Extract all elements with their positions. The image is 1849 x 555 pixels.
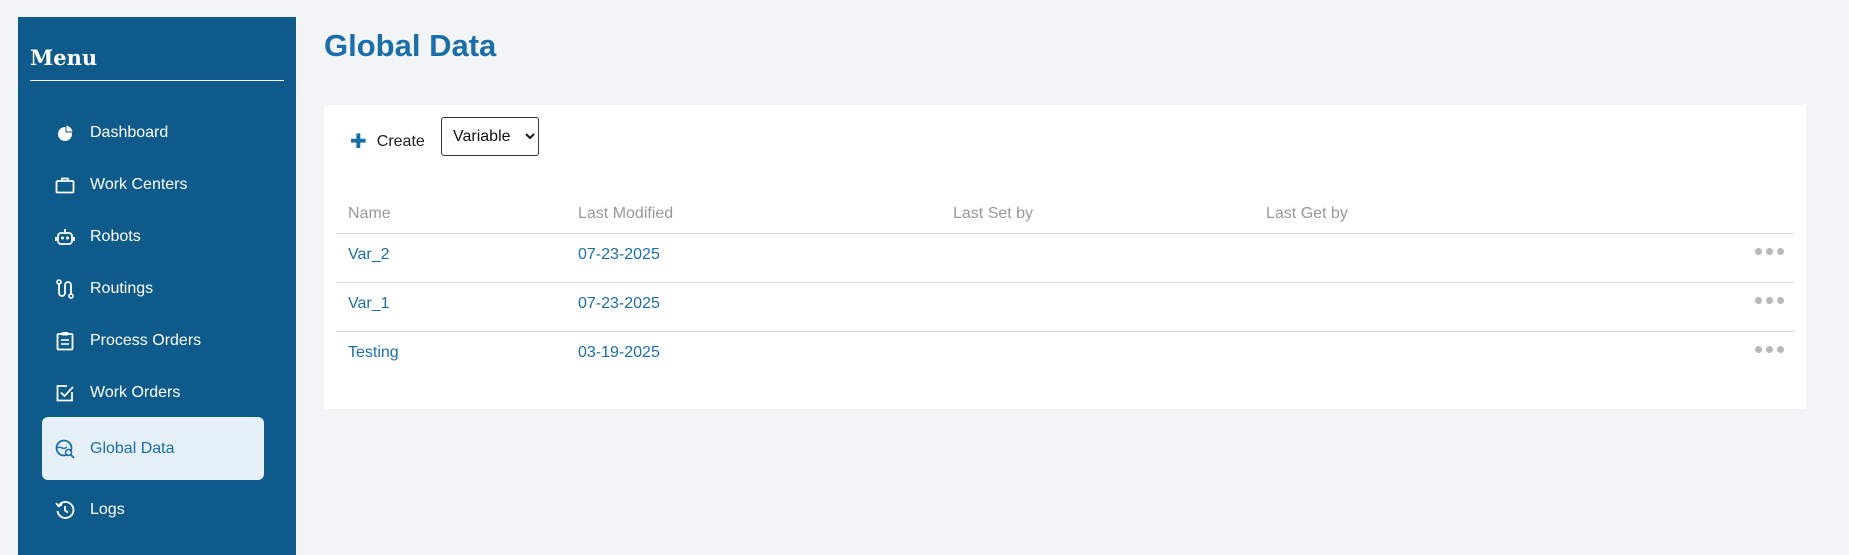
table-row: Var_2 07-23-2025: [336, 233, 1794, 283]
more-options-icon[interactable]: [1755, 248, 1784, 255]
sidebar-item-dashboard[interactable]: Dashboard: [42, 107, 264, 159]
column-header-last-get-by: Last Get by: [1266, 205, 1348, 222]
column-header-last-set-by: Last Set by: [953, 205, 1034, 222]
sidebar: Menu Dashboard Work Centers Robots Routi…: [18, 17, 296, 555]
row-last-modified: 03-19-2025: [578, 344, 660, 361]
robot-icon: [54, 226, 76, 248]
menu-title: Menu: [30, 45, 98, 70]
page-title: Global Data: [324, 28, 497, 63]
row-last-modified: 07-23-2025: [578, 295, 660, 312]
checked-box-icon: [54, 382, 76, 404]
create-button[interactable]: ✚ Create: [350, 127, 425, 157]
column-header-last-modified: Last Modified: [578, 205, 674, 222]
sidebar-item-process-orders[interactable]: Process Orders: [42, 315, 264, 367]
sidebar-item-global-data[interactable]: Global Data: [42, 417, 264, 480]
table-row: Var_1 07-23-2025: [336, 282, 1794, 332]
globe-search-icon: [54, 438, 76, 460]
pie-chart-icon: [54, 122, 76, 144]
sidebar-item-label: Robots: [90, 228, 141, 245]
sidebar-item-label: Dashboard: [90, 124, 169, 141]
plus-icon: ✚: [350, 131, 367, 153]
route-icon: [54, 278, 76, 300]
sidebar-item-label: Routings: [90, 280, 154, 297]
sidebar-item-label: Process Orders: [90, 332, 202, 349]
sidebar-item-label: Logs: [90, 501, 125, 518]
history-icon: [54, 499, 76, 521]
sidebar-item-routings[interactable]: Routings: [42, 263, 264, 315]
table-row: Testing 03-19-2025: [336, 331, 1794, 381]
clipboard-icon: [54, 330, 76, 352]
menu-divider: [30, 80, 284, 81]
create-label: Create: [376, 133, 425, 150]
briefcase-icon: [54, 174, 76, 196]
sidebar-item-work-centers[interactable]: Work Centers: [42, 159, 264, 211]
sidebar-item-logs[interactable]: Logs: [42, 484, 264, 536]
sidebar-item-label: Global Data: [90, 439, 175, 457]
row-last-modified: 07-23-2025: [578, 246, 660, 263]
row-name-link[interactable]: Var_2: [348, 246, 390, 264]
sidebar-item-label: Work Centers: [90, 176, 188, 193]
more-options-icon[interactable]: [1755, 346, 1784, 353]
row-name-link[interactable]: Var_1: [348, 295, 390, 313]
sidebar-item-work-orders[interactable]: Work Orders: [42, 367, 264, 419]
sidebar-item-robots[interactable]: Robots: [42, 211, 264, 263]
global-data-panel: ✚ Create Variable Name Last Modified Las…: [324, 105, 1806, 409]
more-options-icon[interactable]: [1755, 297, 1784, 304]
type-select[interactable]: Variable: [441, 117, 539, 156]
column-header-name: Name: [348, 205, 391, 222]
row-name-link[interactable]: Testing: [348, 344, 399, 362]
sidebar-item-label: Work Orders: [90, 384, 181, 401]
